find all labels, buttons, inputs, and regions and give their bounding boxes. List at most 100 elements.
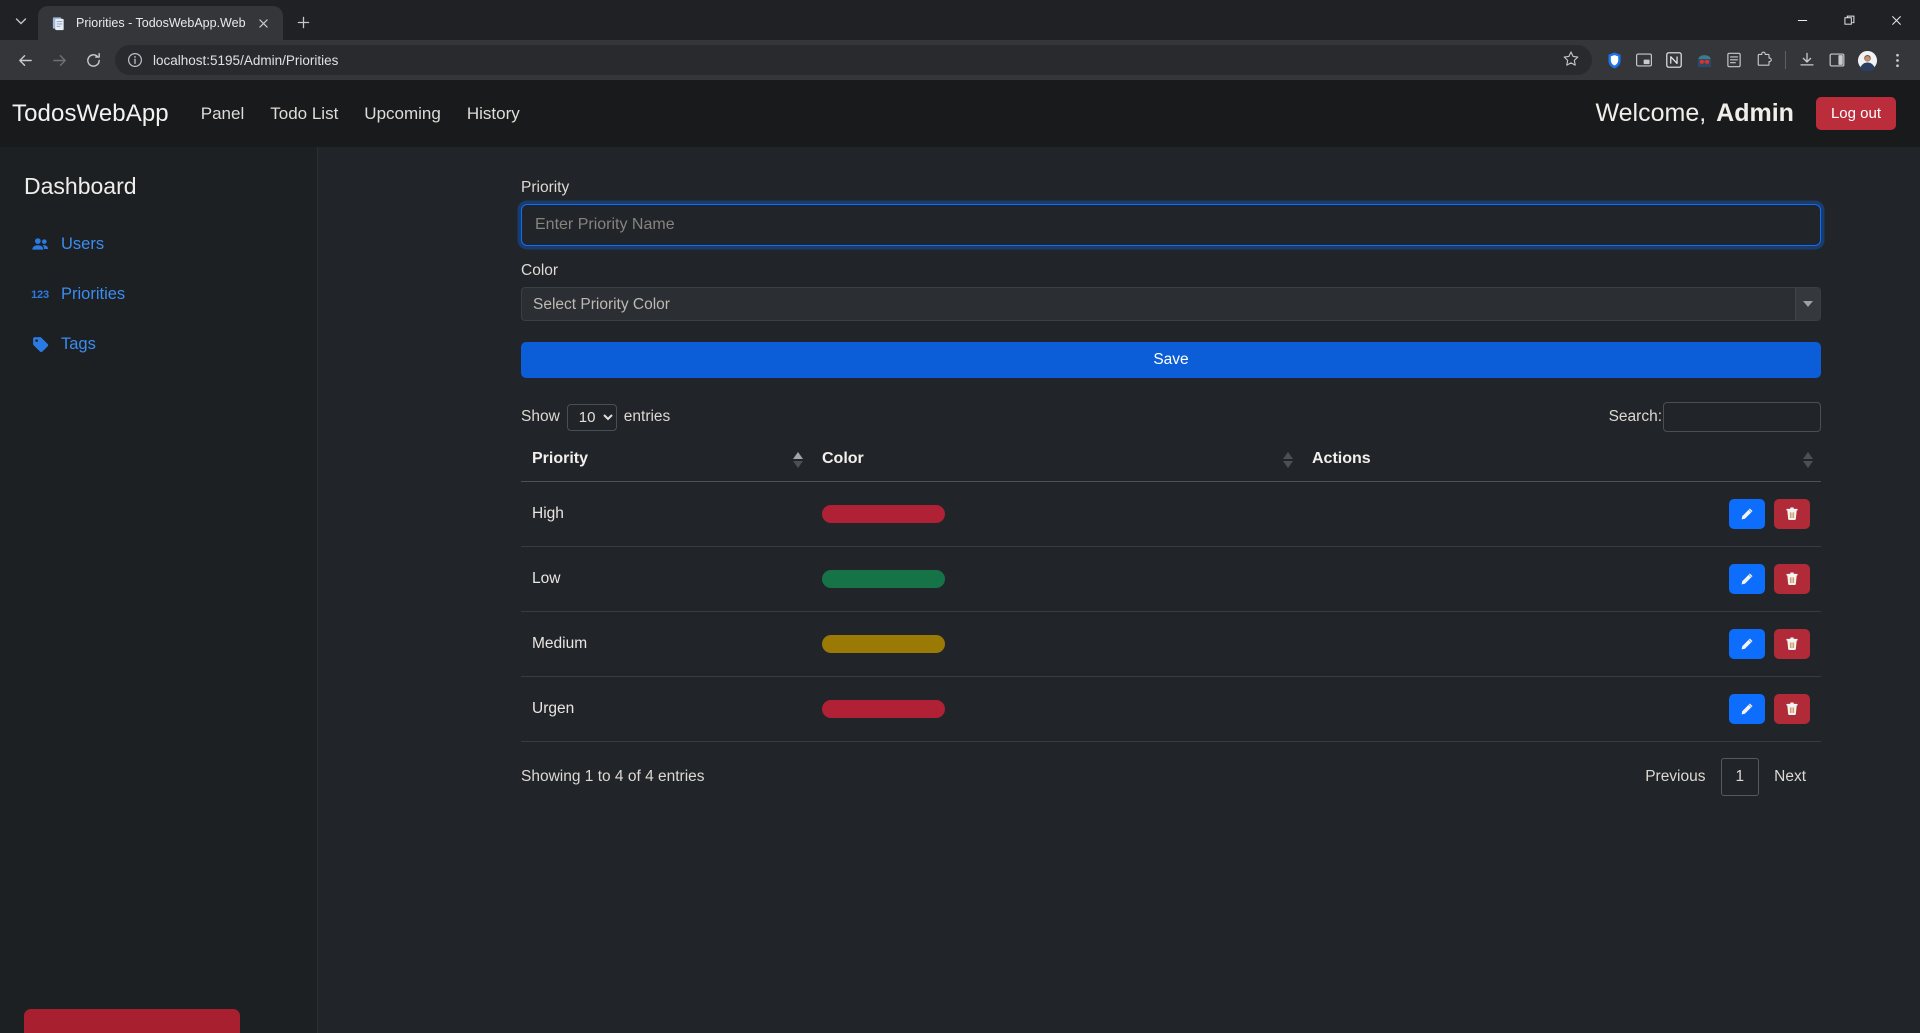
sort-desc-icon <box>793 461 803 468</box>
table-row: Low <box>521 546 1821 612</box>
column-header-label: Color <box>822 450 864 467</box>
search-input[interactable] <box>1663 402 1821 432</box>
site-info-icon[interactable] <box>127 52 143 68</box>
chevron-down-icon <box>15 18 27 25</box>
numbers-123-icon: 123 <box>31 288 49 301</box>
cell-priority: High <box>521 481 811 547</box>
pagination-previous[interactable]: Previous <box>1630 758 1720 796</box>
toolbar-divider <box>1785 51 1786 69</box>
reading-list-icon[interactable] <box>1720 46 1748 74</box>
web-page: TodosWebApp Panel Todo List Upcoming His… <box>0 80 1920 1033</box>
forward-arrow-icon <box>52 54 66 66</box>
address-bar[interactable]: localhost:5195/Admin/Priorities <box>115 45 1592 75</box>
sort-desc-icon <box>1803 461 1813 468</box>
forward-button[interactable] <box>43 44 75 76</box>
nav-link-upcoming[interactable]: Upcoming <box>364 104 441 124</box>
page-body: Dashboard Users 123 Priorities Tags Prio… <box>0 147 1920 1033</box>
back-button[interactable] <box>9 44 41 76</box>
cell-color <box>811 676 1301 742</box>
delete-button[interactable] <box>1774 499 1810 529</box>
color-swatch <box>822 570 945 588</box>
table-controls: Show 10 entries Search: <box>521 402 1821 432</box>
trash-icon <box>1786 637 1798 651</box>
user-name: Admin <box>1716 99 1794 127</box>
delete-button[interactable] <box>1774 694 1810 724</box>
color-swatch <box>822 700 945 718</box>
reload-button[interactable] <box>77 44 109 76</box>
save-button[interactable]: Save <box>521 342 1821 378</box>
window-minimize-button[interactable] <box>1779 0 1826 40</box>
window-close-button[interactable] <box>1873 0 1920 40</box>
robot-extension-icon[interactable] <box>1690 46 1718 74</box>
sidebar-item-users[interactable]: Users <box>0 228 317 261</box>
trash-icon <box>1786 507 1798 521</box>
delete-button[interactable] <box>1774 629 1810 659</box>
column-header-priority[interactable]: Priority <box>521 450 811 482</box>
window-maximize-button[interactable] <box>1826 0 1873 40</box>
nav-link-history[interactable]: History <box>467 104 520 124</box>
sort-desc-icon <box>1283 461 1293 468</box>
address-bar-url: localhost:5195/Admin/Priorities <box>153 52 339 68</box>
sidebar-item-priorities[interactable]: 123 Priorities <box>0 278 317 311</box>
sidebar-item-tags[interactable]: Tags <box>0 328 317 361</box>
cell-actions <box>1301 481 1821 547</box>
delete-button[interactable] <box>1774 564 1810 594</box>
restore-icon <box>1844 15 1855 25</box>
color-swatch <box>822 635 945 653</box>
sidebar-title: Dashboard <box>24 173 137 199</box>
cell-priority: Low <box>521 546 811 612</box>
edit-button[interactable] <box>1728 564 1765 594</box>
color-swatch <box>822 505 945 523</box>
edit-button[interactable] <box>1728 499 1765 529</box>
pagination-page-1[interactable]: 1 <box>1720 758 1760 796</box>
cell-priority: Medium <box>521 611 811 677</box>
extensions-puzzle-icon[interactable] <box>1750 46 1778 74</box>
tab-close-button[interactable] <box>255 14 273 32</box>
browser-toolbar: localhost:5195/Admin/Priorities <box>0 40 1920 80</box>
sidebar-bottom-action-button[interactable] <box>24 1009 240 1033</box>
downloads-icon[interactable] <box>1793 46 1821 74</box>
window-controls <box>1779 0 1920 40</box>
nav-link-panel[interactable]: Panel <box>201 104 244 124</box>
browser-tab[interactable]: Priorities - TodosWebApp.Web <box>38 6 283 40</box>
page-length-select[interactable]: 10 <box>566 403 617 431</box>
pagination-next[interactable]: Next <box>1759 758 1821 796</box>
browser-menu-icon[interactable] <box>1883 46 1911 74</box>
color-select[interactable]: Select Priority Color <box>521 287 1821 321</box>
color-field-label: Color <box>521 262 559 279</box>
logout-button[interactable]: Log out <box>1815 97 1896 130</box>
star-icon[interactable] <box>1562 50 1582 70</box>
picture-in-picture-icon[interactable] <box>1630 46 1658 74</box>
welcome-message: Welcome, Admin <box>1595 99 1793 128</box>
sort-indicator-icon <box>1283 452 1293 468</box>
profile-avatar-icon[interactable] <box>1853 46 1881 74</box>
color-select-wrapper: Select Priority Color <box>521 287 1821 321</box>
sidebar-item-label: Priorities <box>61 285 126 303</box>
app-navbar: TodosWebApp Panel Todo List Upcoming His… <box>0 80 1920 147</box>
new-tab-button[interactable] <box>289 7 319 37</box>
navbar-user-area: Welcome, Admin Log out <box>1595 97 1896 130</box>
edit-button[interactable] <box>1728 629 1765 659</box>
pencil-icon <box>1741 573 1753 584</box>
notion-icon[interactable] <box>1660 46 1688 74</box>
close-icon <box>259 18 268 28</box>
side-panel-icon[interactable] <box>1823 46 1851 74</box>
navbar-links: Panel Todo List Upcoming History <box>201 104 520 124</box>
show-label: Show <box>521 408 560 425</box>
pencil-icon <box>1741 638 1753 649</box>
sort-indicator-icon <box>793 452 803 468</box>
reload-icon <box>86 52 100 67</box>
cell-actions <box>1301 546 1821 612</box>
table-row: High <box>521 481 1821 547</box>
main-content: Priority Color Select Priority Color Sav… <box>318 147 1920 1033</box>
edit-button[interactable] <box>1728 694 1765 724</box>
shield-icon[interactable] <box>1600 46 1628 74</box>
pencil-icon <box>1741 508 1753 519</box>
nav-link-todo-list[interactable]: Todo List <box>270 104 338 124</box>
tab-search-button[interactable] <box>4 6 38 36</box>
plus-icon <box>297 16 310 28</box>
app-brand[interactable]: TodosWebApp <box>12 100 169 128</box>
column-header-actions[interactable]: Actions <box>1301 450 1821 482</box>
column-header-color[interactable]: Color <box>811 450 1301 482</box>
priority-name-input[interactable] <box>521 204 1821 246</box>
